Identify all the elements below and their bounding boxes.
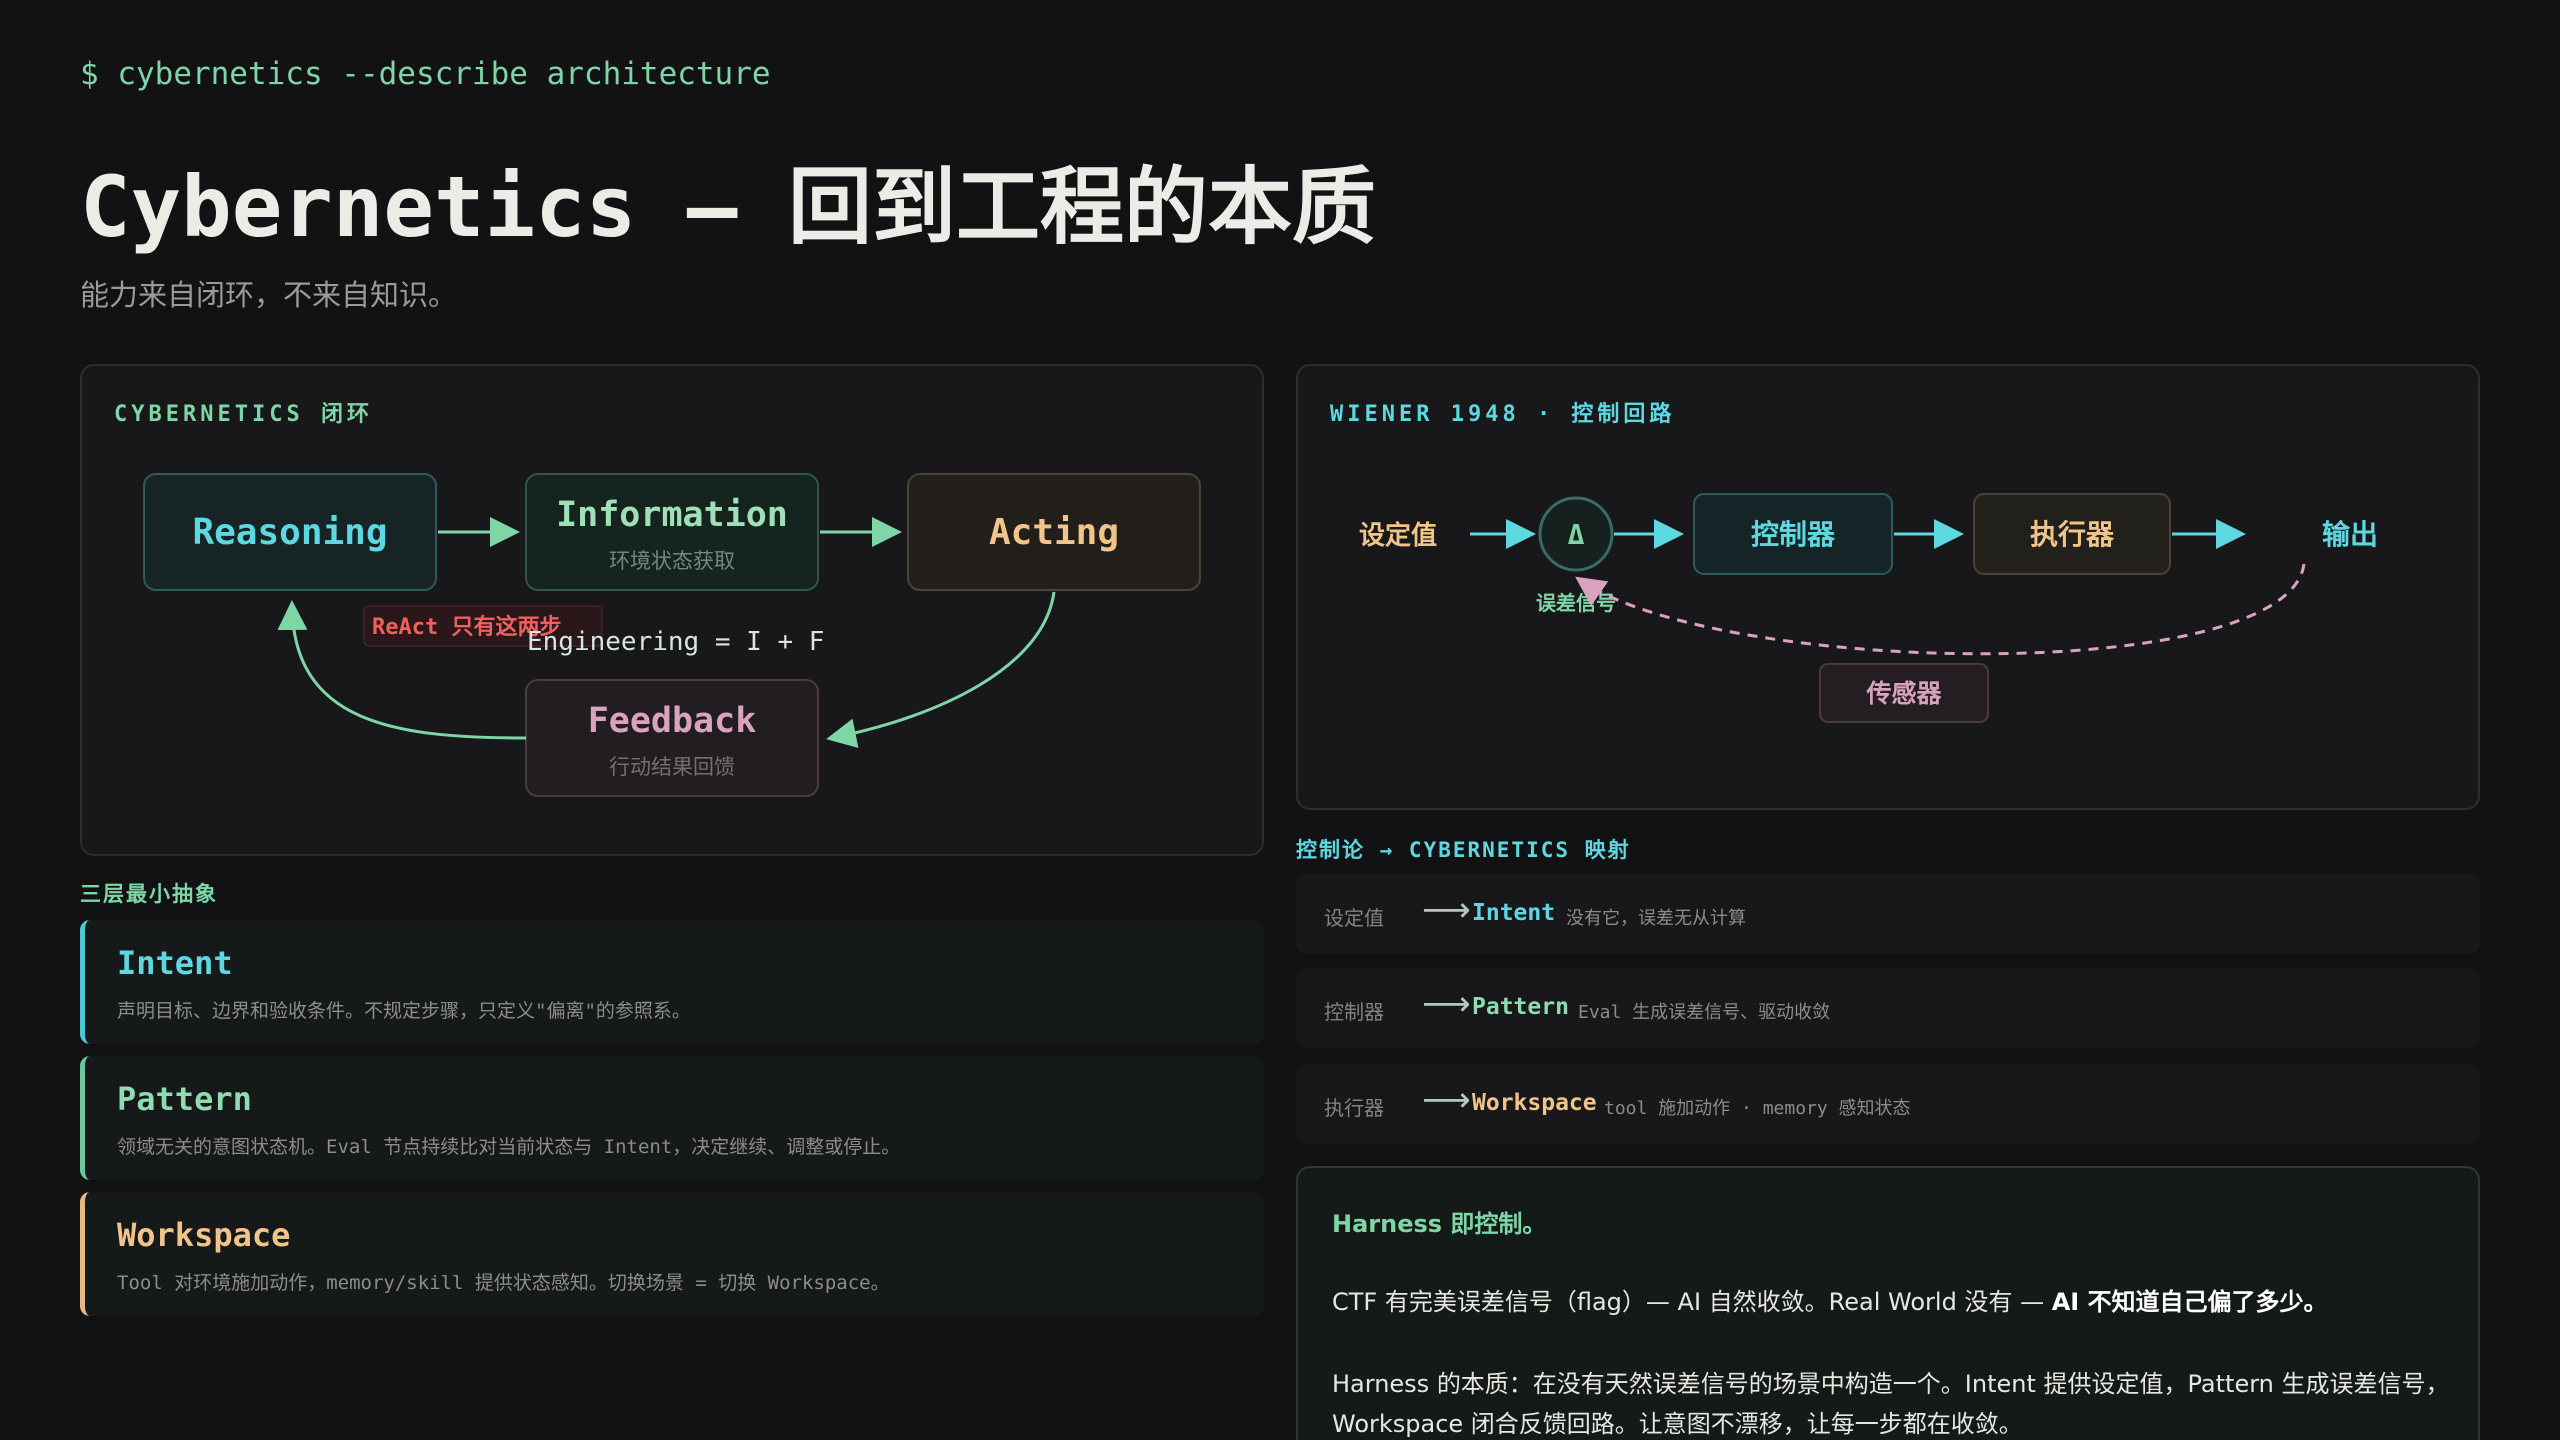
mapping-note: tool 施加动作 · memory 感知状态 <box>1604 1098 1911 1119</box>
page-title: Cybernetics — 回到工程的本质 <box>80 158 1377 256</box>
information-sub: 环境状态获取 <box>609 549 735 573</box>
mapping-row-workspace: 执行器 ⟶ Workspace tool 施加动作 · memory 感知状态 <box>1296 1064 2480 1144</box>
layer-name: Pattern <box>117 1080 252 1118</box>
page-subtitle: 能力来自闭环，不来自知识。 <box>80 278 458 312</box>
layer-desc: Tool 对环境施加动作，memory/skill 提供状态感知。切换场景 = … <box>117 1272 890 1294</box>
reasoning-label: Reasoning <box>192 512 387 553</box>
mapping-target: Pattern <box>1472 994 1569 1020</box>
layer-desc: 声明目标、边界和验收条件。不规定步骤，只定义"偏离"的参照系。 <box>117 1000 691 1022</box>
layer-card-pattern: Pattern 领域无关的意图状态机。Eval 节点持续比对当前状态与 Inte… <box>80 1056 1264 1180</box>
harness-p1-text: CTF 有完美误差信号（flag）— AI 自然收敛。Real World 没有… <box>1332 1288 2052 1316</box>
mapping-note: 没有它，误差无从计算 <box>1566 908 1746 929</box>
layer-name: Intent <box>117 944 233 982</box>
layer-name: Workspace <box>117 1216 291 1254</box>
cybernetics-loop-panel: CYBERNETICS 闭环 Reasoning Information 环境状… <box>80 364 1264 856</box>
mapping-key: 执行器 <box>1324 1096 1384 1120</box>
sensor-label: 传感器 <box>1865 679 1942 708</box>
harness-paragraph-2: Harness 的本质：在没有天然误差信号的场景中构造一个。Intent 提供设… <box>1332 1370 2450 1438</box>
actuator-label: 执行器 <box>2030 518 2115 551</box>
mapping-note: Eval 生成误差信号、驱动收敛 <box>1578 1002 1831 1023</box>
layer-card-intent: Intent 声明目标、边界和验收条件。不规定步骤，只定义"偏离"的参照系。 <box>80 920 1264 1044</box>
feedback-dashed-arrow <box>1575 563 2306 656</box>
engineering-equation: Engineering = I + F <box>527 627 824 657</box>
harness-p1-emphasis: AI 不知道自己偏了多少。 <box>2051 1288 2328 1316</box>
layer-desc: 领域无关的意图状态机。Eval 节点持续比对当前状态与 Intent，决定继续、… <box>117 1136 901 1158</box>
feedback-label: Feedback <box>588 701 757 741</box>
loop-diagram: Reasoning Information 环境状态获取 Acting Feed… <box>143 473 1201 797</box>
mapping-arrow-icon: ⟶ <box>1422 1080 1471 1120</box>
harness-card: Harness 即控制。 CTF 有完美误差信号（flag）— AI 自然收敛。… <box>1296 1166 2480 1440</box>
mapping-row-intent: 设定值 ⟶ Intent 没有它，误差无从计算 <box>1296 874 2480 954</box>
feedback-sub: 行动结果回馈 <box>609 755 735 779</box>
mapping-target: Workspace <box>1472 1090 1597 1116</box>
mapping-arrow-icon: ⟶ <box>1422 984 1471 1024</box>
delta-symbol: Δ <box>1568 518 1585 551</box>
mapping-key: 设定值 <box>1324 906 1384 930</box>
mapping-row-pattern: 控制器 ⟶ Pattern Eval 生成误差信号、驱动收敛 <box>1296 968 2480 1048</box>
mapping-target: Intent <box>1472 900 1556 926</box>
layer-card-workspace: Workspace Tool 对环境施加动作，memory/skill 提供状态… <box>80 1192 1264 1316</box>
controller-label: 控制器 <box>1751 518 1836 551</box>
mapping-arrow-icon: ⟶ <box>1422 890 1471 930</box>
wiener-control-loop-panel: WIENER 1948 · 控制回路 设定值 Δ 误差信号 控制器 执行器 输出… <box>1296 364 2480 810</box>
information-label: Information <box>556 495 788 535</box>
arrow-acting-to-feedback <box>826 591 1056 748</box>
output-label: 输出 <box>2322 518 2378 551</box>
mapping-key: 控制器 <box>1324 1000 1384 1024</box>
error-signal-label: 误差信号 <box>1536 591 1616 615</box>
acting-label: Acting <box>989 512 1119 553</box>
control-loop-diagram: 设定值 Δ 误差信号 控制器 执行器 输出 传感器 <box>1359 493 2378 723</box>
setpoint-label: 设定值 <box>1359 520 1437 551</box>
harness-paragraph-1: CTF 有完美误差信号（flag）— AI 自然收敛。Real World 没有… <box>1332 1282 2328 1317</box>
mapping-section-label: 控制论 → CYBERNETICS 映射 <box>1296 838 1631 862</box>
layers-section-label: 三层最小抽象 <box>80 882 218 906</box>
harness-title: Harness 即控制。 <box>1332 1210 1547 1238</box>
command-prompt: $ cybernetics --describe architecture <box>80 56 771 92</box>
